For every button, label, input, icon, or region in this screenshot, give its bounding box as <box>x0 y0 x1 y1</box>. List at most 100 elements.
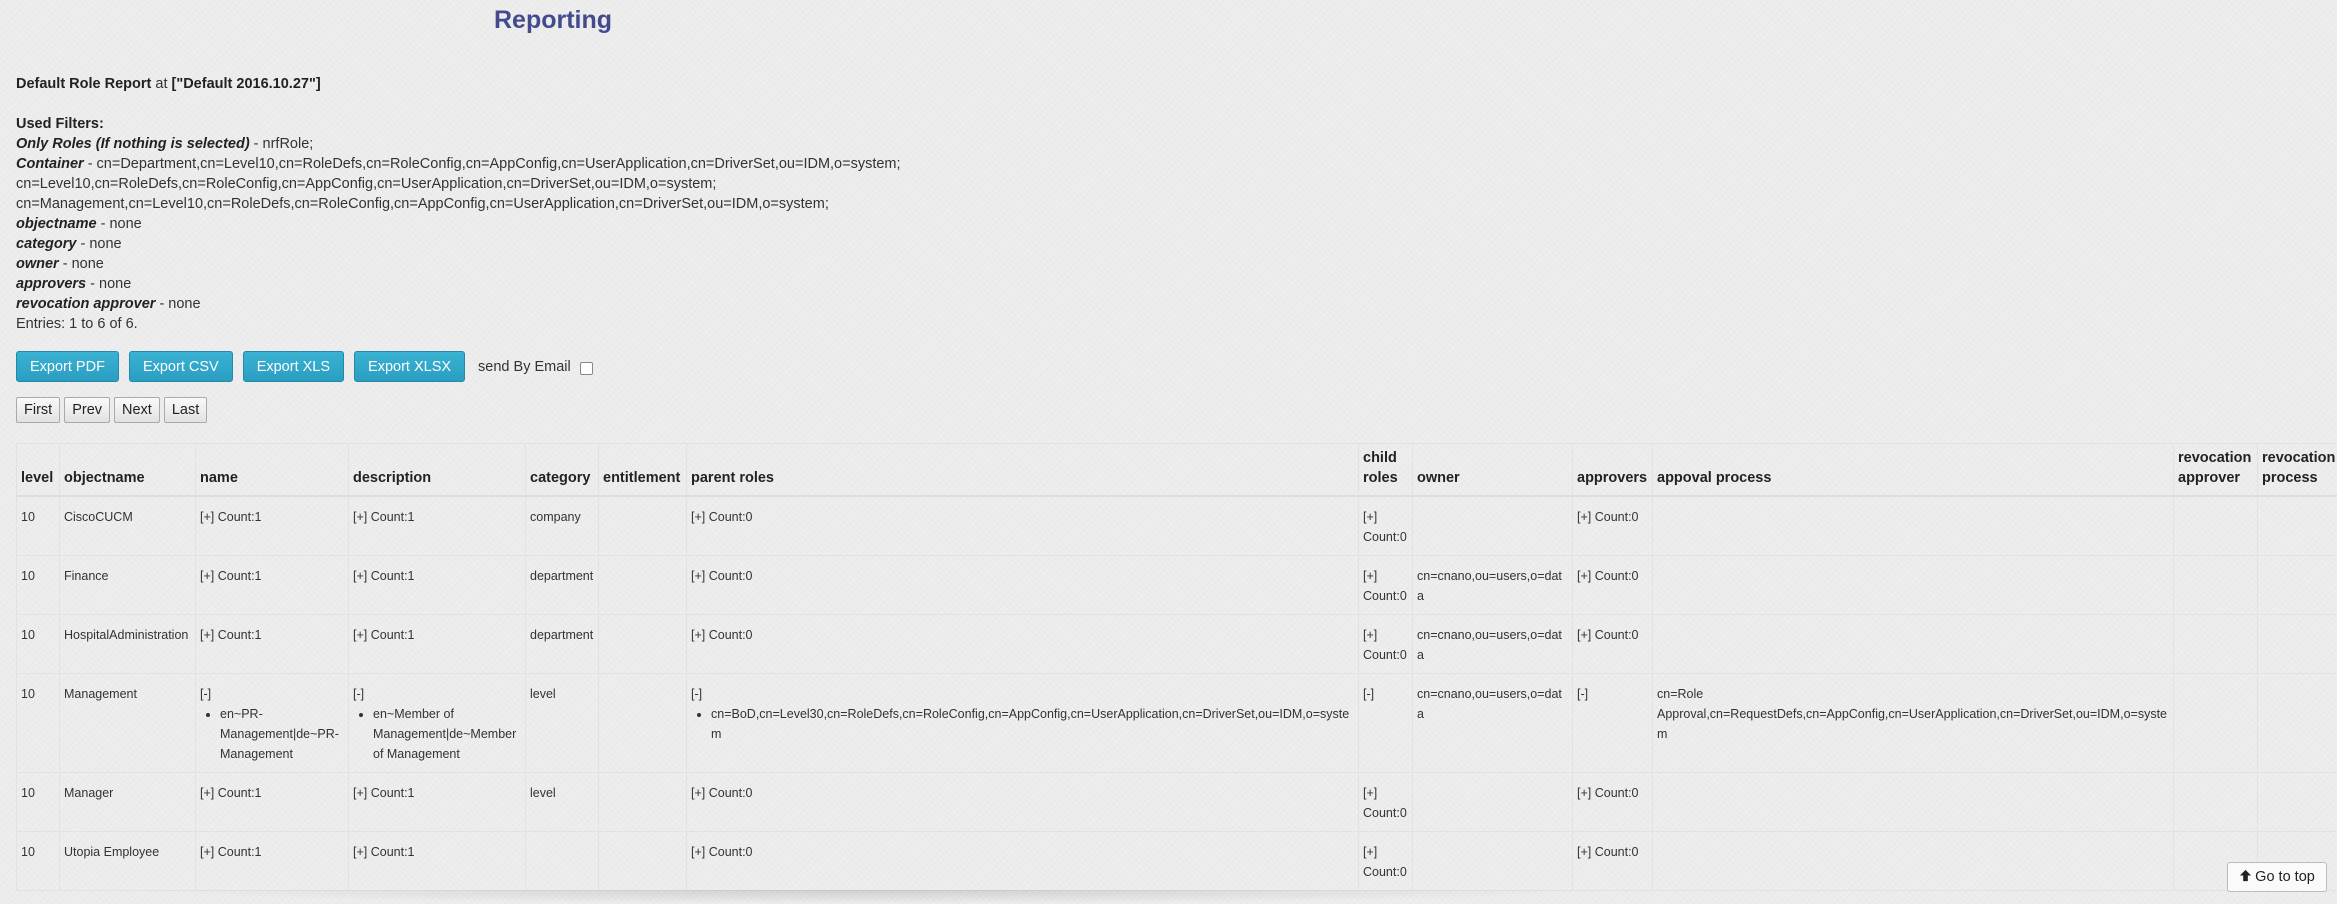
export-pdf-button[interactable]: Export PDF <box>16 351 119 382</box>
export-xlsx-button[interactable]: Export XLSX <box>354 351 466 382</box>
filter-revocation-approver: revocation approver - none <box>16 294 2337 314</box>
column-header-approval-process[interactable]: appoval process <box>1652 443 2174 497</box>
report-info: Default Role Report at ["Default 2016.10… <box>16 74 2337 334</box>
cell-parent-roles-toggle[interactable]: [+] Count:0 <box>686 495 1359 556</box>
filter-name: approvers <box>16 276 87 292</box>
cell-name-toggle[interactable]: [+] Count:1 <box>195 495 349 556</box>
cell-approvers-toggle[interactable]: [+] Count:0 <box>1572 495 1653 556</box>
column-header-objectname[interactable]: objectname <box>59 443 196 497</box>
column-header-category[interactable]: category <box>525 443 599 497</box>
prev-page-button[interactable]: Prev <box>64 397 111 423</box>
cell-approvers-toggle[interactable]: [+] Count:0 <box>1572 772 1653 832</box>
cell-parent-roles-toggle[interactable]: [+] Count:0 <box>686 555 1359 615</box>
column-header-level[interactable]: level <box>16 443 60 497</box>
cell-approvers-toggle[interactable]: [-] <box>1572 673 1653 773</box>
filter-name: revocation approver <box>16 296 156 312</box>
go-to-top-button[interactable]: Go to top <box>2227 862 2327 892</box>
filter-category: category - none <box>16 234 2337 254</box>
cell-approval-process: cn=Role Approval,cn=RequestDefs,cn=AppCo… <box>1652 673 2174 773</box>
filter-container: Container - cn=Department,cn=Level10,cn=… <box>16 154 2337 174</box>
cell-approvers-toggle[interactable]: [+] Count:0 <box>1572 831 1653 891</box>
send-by-email-checkbox[interactable] <box>579 362 593 375</box>
filter-container-cont: cn=Management,cn=Level10,cn=RoleDefs,cn=… <box>16 194 2337 214</box>
cell-owner: cn=cnano,ou=users,o=data <box>1412 673 1573 773</box>
report-at: at <box>155 76 168 92</box>
cell-name-toggle[interactable]: [+] Count:1 <box>195 772 349 832</box>
table-row: 10 Finance [+] Count:1 [+] Count:1 depar… <box>16 555 2337 615</box>
name-collapse-toggle[interactable]: [-] <box>200 684 344 704</box>
cell-revocation-process <box>2257 673 2337 773</box>
first-page-button[interactable]: First <box>16 397 61 423</box>
filter-name: Only Roles (If nothing is selected) <box>16 136 250 152</box>
cell-parent-roles-toggle[interactable]: [+] Count:0 <box>686 614 1359 674</box>
cell-child-roles-toggle[interactable]: [+] Count:0 <box>1358 495 1413 556</box>
cell-level: 10 <box>16 495 60 556</box>
filter-value: - cn=Department,cn=Level10,cn=RoleDefs,c… <box>83 156 901 172</box>
cell-name-toggle[interactable]: [+] Count:1 <box>195 555 349 615</box>
cell-child-roles-toggle[interactable]: [+] Count:0 <box>1358 831 1413 891</box>
parent-roles-collapse-toggle[interactable]: [-] <box>691 684 1354 704</box>
filter-name: objectname <box>16 216 97 232</box>
cell-description-toggle[interactable]: [+] Count:1 <box>348 772 526 832</box>
cell-revocation-approver <box>2173 555 2258 615</box>
column-header-owner[interactable]: owner <box>1412 443 1573 497</box>
cell-name-toggle[interactable]: [+] Count:1 <box>195 831 349 891</box>
used-filters-label: Used Filters: <box>16 116 104 132</box>
filter-owner: owner - none <box>16 254 2337 274</box>
column-header-approvers[interactable]: approvers <box>1572 443 1653 497</box>
cell-child-roles-toggle[interactable]: [+] Count:0 <box>1358 555 1413 615</box>
cell-entitlement <box>598 673 687 773</box>
column-header-revocation-process[interactable]: revocation process <box>2257 443 2337 497</box>
cell-approval-process <box>1652 772 2174 832</box>
export-csv-button[interactable]: Export CSV <box>128 351 233 382</box>
go-to-top-label: Go to top <box>2255 869 2315 885</box>
cell-child-roles-toggle[interactable]: [+] Count:0 <box>1358 772 1413 832</box>
column-header-child-roles[interactable]: child roles <box>1358 443 1413 497</box>
description-collapse-toggle[interactable]: [-] <box>353 684 521 704</box>
column-header-name[interactable]: name <box>195 443 349 497</box>
last-page-button[interactable]: Last <box>163 397 208 423</box>
cell-approvers-toggle[interactable]: [+] Count:0 <box>1572 614 1653 674</box>
cell-approvers-toggle[interactable]: [+] Count:0 <box>1572 555 1653 615</box>
pagination: First Prev Next Last <box>16 397 211 423</box>
cell-name: [-] en~PR-Management|de~PR-Management <box>195 673 349 773</box>
filter-name: Container <box>16 156 84 172</box>
cell-approval-process <box>1652 495 2174 556</box>
export-xls-button[interactable]: Export XLS <box>242 351 345 382</box>
column-header-description[interactable]: description <box>348 443 526 497</box>
column-header-revocation-approver[interactable]: revocation approver <box>2173 443 2258 497</box>
cell-description-toggle[interactable]: [+] Count:1 <box>348 555 526 615</box>
cell-revocation-approver <box>2173 495 2258 556</box>
filter-value: - none <box>96 216 142 232</box>
cell-parent-roles-toggle[interactable]: [+] Count:0 <box>686 831 1359 891</box>
cell-revocation-process <box>2257 614 2337 674</box>
cell-objectname: HospitalAdministration <box>59 614 196 674</box>
parent-roles-list: cn=BoD,cn=Level30,cn=RoleDefs,cn=RoleCon… <box>691 704 1354 744</box>
report-heading: Default Role Report at ["Default 2016.10… <box>16 74 2337 94</box>
table-row: 10 Utopia Employee [+] Count:1 [+] Count… <box>16 831 2337 891</box>
role-report-table: level objectname name description catego… <box>16 443 2337 891</box>
cell-parent-roles-toggle[interactable]: [+] Count:0 <box>686 772 1359 832</box>
cell-objectname: CiscoCUCM <box>59 495 196 556</box>
column-header-parent-roles[interactable]: parent roles <box>686 443 1359 497</box>
cell-entitlement <box>598 555 687 615</box>
cell-child-roles-toggle[interactable]: [+] Count:0 <box>1358 614 1413 674</box>
table-row: 10 Manager [+] Count:1 [+] Count:1 level… <box>16 772 2337 832</box>
filter-container-cont: cn=Level10,cn=RoleDefs,cn=RoleConfig,cn=… <box>16 174 2337 194</box>
cell-revocation-approver <box>2173 673 2258 773</box>
cell-description-toggle[interactable]: [+] Count:1 <box>348 495 526 556</box>
cell-owner: cn=cnano,ou=users,o=data <box>1412 555 1573 615</box>
cell-description-toggle[interactable]: [+] Count:1 <box>348 831 526 891</box>
page-bottom-shadow <box>120 890 1620 904</box>
filter-value: - none <box>86 276 132 292</box>
cell-entitlement <box>598 495 687 556</box>
cell-category: level <box>525 673 599 773</box>
column-header-entitlement[interactable]: entitlement <box>598 443 687 497</box>
cell-description-toggle[interactable]: [+] Count:1 <box>348 614 526 674</box>
cell-name-toggle[interactable]: [+] Count:1 <box>195 614 349 674</box>
next-page-button[interactable]: Next <box>114 397 160 423</box>
name-list: en~PR-Management|de~PR-Management <box>200 704 344 764</box>
cell-child-roles-toggle[interactable]: [-] <box>1358 673 1413 773</box>
filter-value: cn=Level10,cn=RoleDefs,cn=RoleConfig,cn=… <box>16 176 717 192</box>
cell-description: [-] en~Member of Management|de~Member of… <box>348 673 526 773</box>
